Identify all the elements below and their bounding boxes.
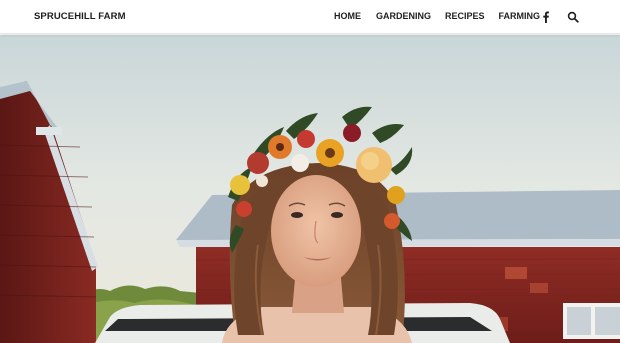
nav-farming[interactable]: FARMING [499,11,541,22]
hero-image [0,35,620,343]
hero-photo [0,35,620,343]
nav-home[interactable]: HOME [334,11,361,22]
nav-recipes[interactable]: RECIPES [445,11,485,22]
facebook-icon[interactable] [540,10,552,23]
site-logo[interactable]: SPRUCEHILL FARM [34,11,126,22]
main-menu: HOME GARDENING RECIPES FARMING [334,11,554,22]
site-header: SPRUCEHILL FARM HOME GARDENING RECIPES F… [0,0,620,34]
search-icon[interactable] [567,10,579,23]
nav-gardening[interactable]: GARDENING [376,11,431,22]
